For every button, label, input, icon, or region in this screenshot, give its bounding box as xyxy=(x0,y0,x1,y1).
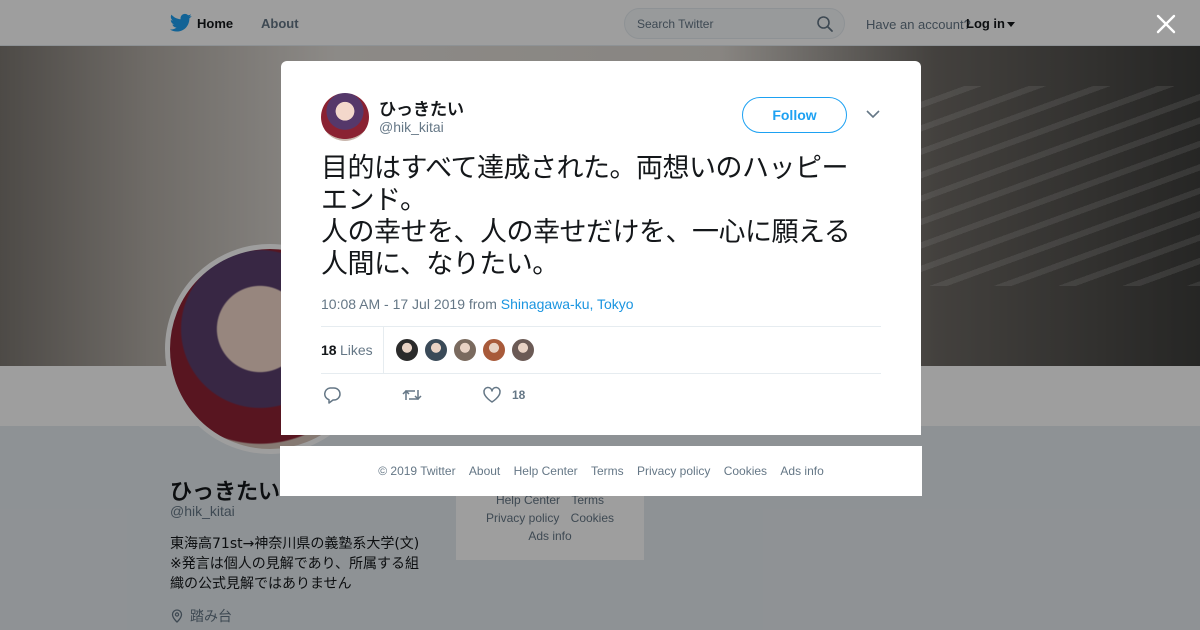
footer-link-terms[interactable]: Terms xyxy=(591,464,624,478)
tweet-text-line: 目的はすべて達成された。両想いのハッピー xyxy=(321,153,849,184)
tweet-modal: ひっきたい @hik_kitai Follow 目的はすべて達成された。両想いの… xyxy=(281,61,921,435)
tweet-text: 目的はすべて達成された。両想いのハッピー エンド。 人の幸せを、人の幸せだけを、… xyxy=(321,153,891,281)
footer-link-ads-info[interactable]: Ads info xyxy=(780,464,823,478)
chevron-down-icon[interactable] xyxy=(866,109,880,119)
divider xyxy=(321,326,881,327)
footer-links: © 2019 Twitter About Help Center Terms P… xyxy=(280,464,922,478)
likes-label[interactable]: Likes xyxy=(340,342,373,358)
likes-count[interactable]: 18 xyxy=(321,342,337,358)
tweet-author-name[interactable]: ひっきたい xyxy=(379,95,464,120)
footer-link-help-center[interactable]: Help Center xyxy=(514,464,578,478)
like-action-count[interactable]: 18 xyxy=(512,388,525,402)
tweet-author-avatar[interactable] xyxy=(321,93,369,141)
divider xyxy=(321,373,881,374)
close-icon[interactable] xyxy=(1156,14,1176,34)
footer-link-about[interactable]: About xyxy=(469,464,500,478)
tweet-text-line: 人の幸せを、人の幸せだけを、一心に願える xyxy=(321,217,851,248)
follow-button[interactable]: Follow xyxy=(742,97,847,133)
tweet-author-handle[interactable]: @hik_kitai xyxy=(379,119,444,135)
liker-avatar[interactable] xyxy=(482,338,506,362)
retweet-icon[interactable] xyxy=(402,386,422,404)
footer-link-cookies[interactable]: Cookies xyxy=(724,464,767,478)
tweet-timestamp[interactable]: 10:08 AM - 17 Jul 2019 from xyxy=(321,296,497,312)
liker-avatar[interactable] xyxy=(453,338,477,362)
tweet-metadata: 10:08 AM - 17 Jul 2019 from Shinagawa-ku… xyxy=(321,296,634,312)
modal-footer: © 2019 Twitter About Help Center Terms P… xyxy=(280,446,922,496)
tweet-location-link[interactable]: Shinagawa-ku, Tokyo xyxy=(501,296,634,312)
tweet-text-line: 人間に、なりたい。 xyxy=(321,249,559,280)
heart-icon[interactable] xyxy=(482,386,502,404)
liker-avatar[interactable] xyxy=(424,338,448,362)
footer-link-privacy[interactable]: Privacy policy xyxy=(637,464,710,478)
tweet-text-line: エンド。 xyxy=(321,185,427,216)
divider xyxy=(383,327,384,373)
liker-avatar[interactable] xyxy=(395,338,419,362)
footer-copyright: © 2019 Twitter xyxy=(378,464,456,478)
reply-icon[interactable] xyxy=(322,386,342,404)
liker-avatar[interactable] xyxy=(511,338,535,362)
